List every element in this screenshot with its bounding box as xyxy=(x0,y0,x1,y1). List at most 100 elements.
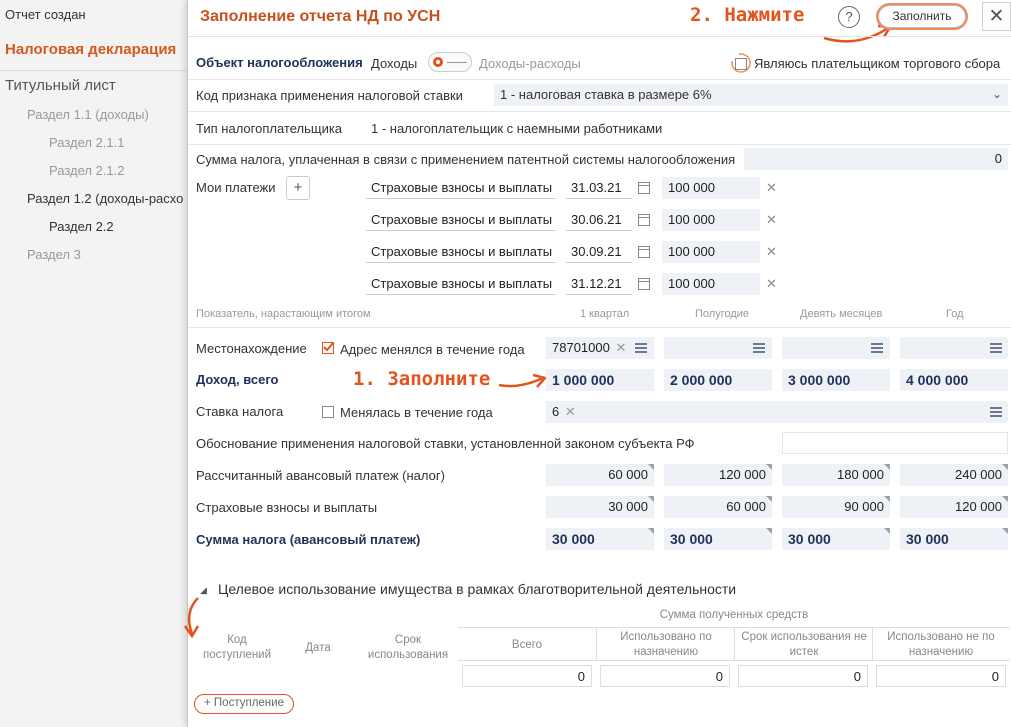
patent-tax-input[interactable]: 0 xyxy=(744,148,1008,170)
income-9m-input[interactable]: 3 000 000 xyxy=(782,369,890,391)
add-payment-button[interactable]: + xyxy=(286,176,310,200)
add-receipt-button[interactable]: + Поступление xyxy=(194,694,294,714)
rate-rationale-input[interactable] xyxy=(782,432,1008,454)
col-used: Использовано по назначению xyxy=(620,631,712,658)
income-year-input[interactable]: 4 000 000 xyxy=(900,369,1008,391)
charity-section-title[interactable]: Целевое использование имущества в рамках… xyxy=(218,581,736,597)
list-icon[interactable] xyxy=(635,343,647,353)
rate-code-select[interactable]: 1 - налоговая ставка в размере 6% ⌄ xyxy=(494,84,1008,106)
clear-icon[interactable]: ✕ xyxy=(565,404,576,419)
payment-date-3[interactable]: 30.09.21 xyxy=(566,241,632,263)
tax-object-income-option[interactable]: Доходы xyxy=(371,56,417,71)
payment-type-1[interactable]: Страховые взносы и выплаты xyxy=(366,177,556,199)
sidebar-item-section-2-1-1[interactable]: Раздел 2.1.1 xyxy=(49,135,125,150)
advance-q1-value: 60 000 xyxy=(546,464,654,486)
list-icon[interactable] xyxy=(990,343,1002,353)
calendar-icon[interactable] xyxy=(638,214,650,226)
insurance-half-value: 60 000 xyxy=(664,496,772,518)
location-label: Местонахождение xyxy=(196,341,307,356)
sidebar-item-section-1-1[interactable]: Раздел 1.1 (доходы) xyxy=(27,107,149,122)
income-total-label: Доход, всего xyxy=(196,372,279,387)
tax-object-label: Объект налогообложения xyxy=(196,55,363,70)
list-icon[interactable] xyxy=(990,407,1002,417)
payment-amount-2[interactable]: 100 000 xyxy=(662,209,760,231)
charity-not-expired-input[interactable]: 0 xyxy=(738,665,868,687)
income-q1-input[interactable]: 1 000 000 xyxy=(546,369,654,391)
sidebar-item-section-1-2[interactable]: Раздел 1.2 (доходы-расхо xyxy=(27,191,183,206)
sidebar-item-section-3[interactable]: Раздел 3 xyxy=(27,247,81,262)
payment-amount-3[interactable]: 100 000 xyxy=(662,241,760,263)
charity-misused-input[interactable]: 0 xyxy=(876,665,1006,687)
tax-sum-9m-value: 30 000 xyxy=(782,528,890,550)
period-q1-header: 1 квартал xyxy=(580,308,630,320)
tax-rate-input[interactable]: 6 ✕ xyxy=(546,401,1008,423)
charity-used-input[interactable]: 0 xyxy=(600,665,730,687)
col-misused: Использовано не по назначению xyxy=(887,631,995,658)
col-receipt-code: Код поступлений xyxy=(202,634,272,661)
sidebar-item-section-2-1-2[interactable]: Раздел 2.1.2 xyxy=(49,163,125,178)
annotation-arrow-icon xyxy=(498,373,548,388)
taxpayer-type-label: Тип налогоплательщика xyxy=(196,121,343,136)
tax-rate-label: Ставка налога xyxy=(196,404,284,419)
payment-date-2[interactable]: 30.06.21 xyxy=(566,209,632,231)
remove-payment-icon[interactable]: ✕ xyxy=(766,276,777,292)
chevron-down-icon: ⌄ xyxy=(991,87,1002,101)
rate-changed-checkbox[interactable] xyxy=(322,406,334,418)
trade-fee-checkbox[interactable] xyxy=(735,58,747,70)
col-not-expired: Срок использования не истек xyxy=(741,631,867,658)
my-payments-label: Мои платежи xyxy=(196,180,276,195)
payment-type-2[interactable]: Страховые взносы и выплаты xyxy=(366,209,556,231)
tax-rate-value: 6 xyxy=(552,404,560,419)
payment-amount-1[interactable]: 100 000 xyxy=(662,177,760,199)
sidebar-item-title-page[interactable]: Титульный лист xyxy=(5,77,116,94)
address-changed-label: Адрес менялся в течение года xyxy=(340,342,525,357)
list-icon[interactable] xyxy=(753,343,765,353)
remove-payment-icon[interactable]: ✕ xyxy=(766,212,777,228)
row-divider xyxy=(188,144,1011,145)
col-divider xyxy=(596,628,597,660)
help-button[interactable]: ? xyxy=(838,6,860,28)
dialog-title: Заполнение отчета НД по УСН xyxy=(200,8,441,25)
col-term: Срок использования xyxy=(367,634,449,661)
income-half-input[interactable]: 2 000 000 xyxy=(664,369,772,391)
tax-object-income-expense-option[interactable]: Доходы-расходы xyxy=(479,56,581,71)
payment-amount-4[interactable]: 100 000 xyxy=(662,273,760,295)
rate-code-value: 1 - налоговая ставка в размере 6% xyxy=(500,87,712,102)
tax-sum-q1-value: 30 000 xyxy=(546,528,654,550)
advance-year-value: 240 000 xyxy=(900,464,1008,486)
tax-sum-label: Сумма налога (авансовый платеж) xyxy=(196,532,421,547)
rate-changed-label: Менялась в течение года xyxy=(340,405,493,420)
row-divider xyxy=(188,327,1011,328)
row-divider xyxy=(188,79,1011,80)
remove-payment-icon[interactable]: ✕ xyxy=(766,244,777,260)
close-icon[interactable]: ✕ xyxy=(982,2,1011,31)
tax-object-toggle[interactable] xyxy=(428,52,472,72)
sidebar-item-section-2-2[interactable]: Раздел 2.2 xyxy=(49,219,114,234)
sidebar-divider xyxy=(0,70,187,71)
payment-date-4[interactable]: 31.12.21 xyxy=(566,273,632,295)
location-q1-value: 78701000 xyxy=(552,340,610,355)
calendar-icon[interactable] xyxy=(638,246,650,258)
sidebar-declaration[interactable]: Налоговая декларация xyxy=(5,41,176,58)
payment-date-1[interactable]: 31.03.21 xyxy=(566,177,632,199)
payment-type-4[interactable]: Страховые взносы и выплаты xyxy=(366,273,556,295)
insurance-9m-value: 90 000 xyxy=(782,496,890,518)
advance-9m-value: 180 000 xyxy=(782,464,890,486)
annotation-fill: 1. Заполните xyxy=(353,368,491,390)
taxpayer-type-value: 1 - налогоплательщик с наемными работник… xyxy=(371,121,663,136)
calendar-icon[interactable] xyxy=(638,278,650,290)
clear-icon[interactable]: ✕ xyxy=(615,340,626,355)
calendar-icon[interactable] xyxy=(638,182,650,194)
charity-total-input[interactable]: 0 xyxy=(462,665,592,687)
fill-button[interactable]: Заполнить xyxy=(878,5,966,28)
insurance-q1-value: 30 000 xyxy=(546,496,654,518)
row-divider xyxy=(188,111,1011,112)
remove-payment-icon[interactable]: ✕ xyxy=(766,180,777,196)
tax-sum-half-value: 30 000 xyxy=(664,528,772,550)
usn-report-dialog: Заполнение отчета НД по УСН 2. Нажмите ?… xyxy=(183,0,1011,727)
col-divider xyxy=(872,628,873,660)
list-icon[interactable] xyxy=(871,343,883,353)
grid-header-label: Показатель, нарастающим итогом xyxy=(196,308,371,320)
payment-type-3[interactable]: Страховые взносы и выплаты xyxy=(366,241,556,263)
tax-sum-year-value: 30 000 xyxy=(900,528,1008,550)
